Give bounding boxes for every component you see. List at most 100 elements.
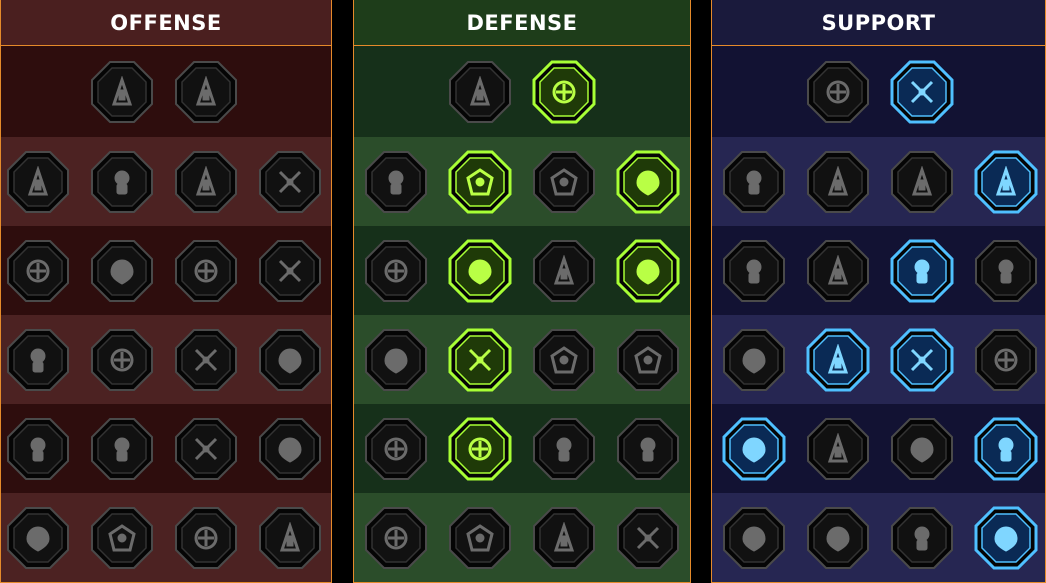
broken-heart-icon[interactable]	[258, 150, 322, 214]
layered-shield-icon[interactable]	[806, 150, 870, 214]
defense-rows	[354, 46, 690, 582]
berserker-icon[interactable]	[364, 506, 428, 570]
sparkle-figure-icon[interactable]	[722, 239, 786, 303]
spiked-skull-ring-glyph	[556, 437, 572, 461]
sparkling-sword-glyph	[26, 525, 50, 552]
meteor-icon[interactable]	[806, 328, 870, 392]
chained-lightning-icon[interactable]	[258, 328, 322, 392]
blade-strike-icon[interactable]	[90, 150, 154, 214]
sparkle-figure-glyph	[746, 259, 762, 283]
stone-wall-icon[interactable]	[448, 60, 512, 124]
bombard-icon[interactable]	[6, 417, 70, 481]
bull-head-icon[interactable]	[616, 328, 680, 392]
skull-slash-icon[interactable]	[174, 239, 238, 303]
sword-swirl-icon[interactable]	[616, 417, 680, 481]
berserker-glyph	[384, 526, 408, 549]
boot-glyph	[827, 432, 849, 462]
warrior-stance-glyph	[384, 259, 408, 282]
heart-shield-icon[interactable]	[532, 239, 596, 303]
chevron-shield-glyph	[388, 170, 404, 194]
strong-figure-glyph	[636, 526, 660, 549]
praying-hands-icon[interactable]	[722, 150, 786, 214]
crossed-swords-icon[interactable]	[90, 60, 154, 124]
spiked-skull-glyph	[279, 521, 301, 551]
chained-heart-glyph	[742, 347, 766, 374]
talent-row	[712, 46, 1045, 137]
heart-sparkle-icon[interactable]	[806, 60, 870, 124]
talent-row	[354, 315, 690, 404]
crossed-blades-icon[interactable]	[616, 150, 680, 214]
winged-shield-icon[interactable]	[448, 506, 512, 570]
fanged-jaws-icon[interactable]	[90, 239, 154, 303]
halo-figure-icon[interactable]	[616, 239, 680, 303]
speed-blade-icon[interactable]	[974, 150, 1038, 214]
bleeding-dagger-icon[interactable]	[6, 328, 70, 392]
energy-rings-icon[interactable]	[890, 60, 954, 124]
horned-skull-icon[interactable]	[532, 506, 596, 570]
smoking-skull-icon[interactable]	[890, 150, 954, 214]
lightning-shield-glyph	[827, 254, 849, 284]
warrior-stance-icon[interactable]	[364, 239, 428, 303]
offense-tree: OFFENSE	[0, 0, 332, 583]
sword-circle-glyph	[194, 437, 218, 460]
halo-figure-glyph	[636, 258, 660, 285]
archer-icon[interactable]	[6, 239, 70, 303]
talent-row	[712, 137, 1045, 226]
spirit-dancer-glyph	[998, 437, 1014, 461]
open-hand-icon[interactable]	[532, 328, 596, 392]
spiked-skull-ring-icon[interactable]	[532, 417, 596, 481]
talent-row	[354, 46, 690, 137]
hourglass-skull-icon[interactable]	[448, 328, 512, 392]
angry-face-icon[interactable]	[974, 328, 1038, 392]
open-book-glyph	[910, 348, 934, 371]
compass-star-icon[interactable]	[722, 417, 786, 481]
sparkling-sword-icon[interactable]	[6, 506, 70, 570]
enraged-figure-icon[interactable]	[258, 417, 322, 481]
talent-row	[712, 404, 1045, 493]
talent-row	[1, 493, 331, 582]
beast-icon[interactable]	[174, 506, 238, 570]
horned-demon-icon[interactable]	[6, 150, 70, 214]
raised-fist-icon[interactable]	[532, 60, 596, 124]
iron-fist-icon[interactable]	[90, 328, 154, 392]
flame-spikes-icon[interactable]	[448, 417, 512, 481]
heart-sparkle-glyph	[826, 80, 850, 103]
iron-fist-glyph	[110, 348, 134, 371]
spirit-dancer-icon[interactable]	[974, 417, 1038, 481]
eagle-head-icon[interactable]	[974, 506, 1038, 570]
dash-runner-icon[interactable]	[364, 417, 428, 481]
strong-figure-icon[interactable]	[616, 506, 680, 570]
cracked-ground-icon[interactable]	[890, 239, 954, 303]
axe-glyph	[194, 348, 218, 371]
beast-glyph	[194, 526, 218, 549]
axe-icon[interactable]	[174, 328, 238, 392]
lightning-shield-icon[interactable]	[806, 239, 870, 303]
open-book-icon[interactable]	[890, 328, 954, 392]
talent-row	[1, 315, 331, 404]
slash-marks-icon[interactable]	[174, 60, 238, 124]
shield-arrows-icon[interactable]	[174, 150, 238, 214]
smoking-skull-glyph	[911, 165, 933, 195]
crowd-glyph	[384, 347, 408, 374]
dagger-hand-glyph	[278, 259, 302, 282]
boot-icon[interactable]	[806, 417, 870, 481]
demon-skull-icon[interactable]	[806, 506, 870, 570]
horned-skull-glyph	[553, 521, 575, 551]
knight-helm-icon[interactable]	[90, 506, 154, 570]
crowd-icon[interactable]	[364, 328, 428, 392]
watching-eye-icon[interactable]	[890, 417, 954, 481]
potion-flask-icon[interactable]	[722, 506, 786, 570]
twin-skulls-icon[interactable]	[90, 417, 154, 481]
clenched-gauntlet-icon[interactable]	[890, 506, 954, 570]
sword-circle-icon[interactable]	[174, 417, 238, 481]
talent-row	[1, 404, 331, 493]
shadow-figure-icon[interactable]	[974, 239, 1038, 303]
chevron-shield-icon[interactable]	[364, 150, 428, 214]
heart-organ-icon[interactable]	[448, 150, 512, 214]
dagger-hand-icon[interactable]	[258, 239, 322, 303]
stone-golem-icon[interactable]	[532, 150, 596, 214]
knight-shield-icon[interactable]	[448, 239, 512, 303]
chained-heart-icon[interactable]	[722, 328, 786, 392]
spiked-skull-icon[interactable]	[258, 506, 322, 570]
talent-row	[354, 493, 690, 582]
